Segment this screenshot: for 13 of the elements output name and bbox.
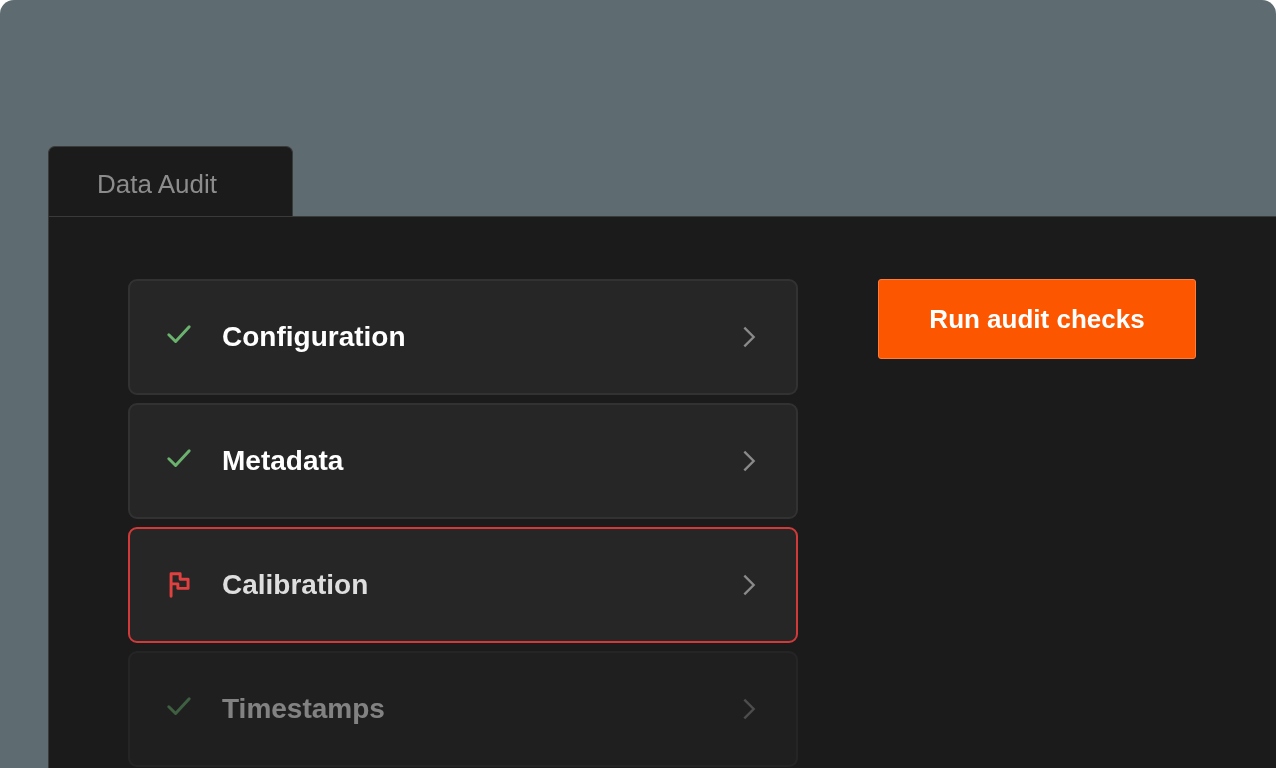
- check-label: Configuration: [222, 321, 407, 353]
- check-label: Metadata: [222, 445, 345, 477]
- chevron-right-icon: [742, 697, 756, 721]
- chevron-right-icon: [742, 573, 756, 597]
- chevron-right-icon: [742, 325, 756, 349]
- check-label: Timestamps: [222, 693, 386, 725]
- check-label: Calibration: [222, 569, 370, 601]
- chevron-right-icon: [742, 449, 756, 473]
- check-item[interactable]: Calibration: [128, 527, 798, 643]
- tab[interactable]: Data Audit: [48, 146, 293, 216]
- check-item[interactable]: Timestamps: [128, 651, 798, 767]
- check-item[interactable]: Metadata: [128, 403, 798, 519]
- check-item[interactable]: Configuration: [128, 279, 798, 395]
